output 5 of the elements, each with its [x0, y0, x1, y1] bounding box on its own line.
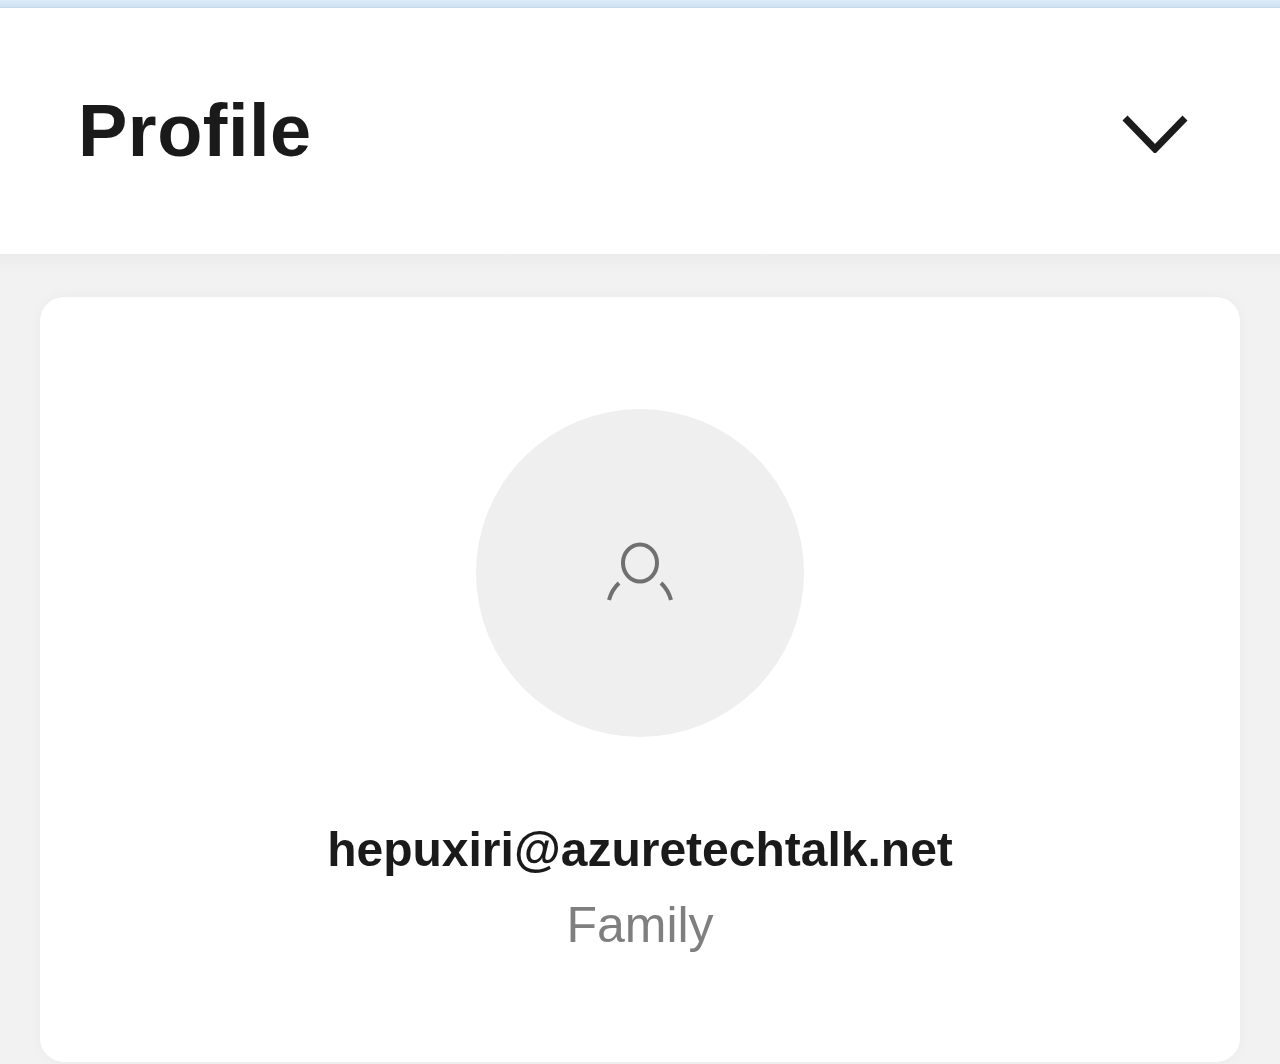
user-email: hepuxiri@azuretechtalk.net: [327, 822, 953, 878]
account-role: Family: [566, 897, 714, 953]
chevron-down-icon[interactable]: [1122, 115, 1188, 153]
page-title: Profile: [78, 94, 312, 168]
avatar-icon: [476, 409, 804, 737]
